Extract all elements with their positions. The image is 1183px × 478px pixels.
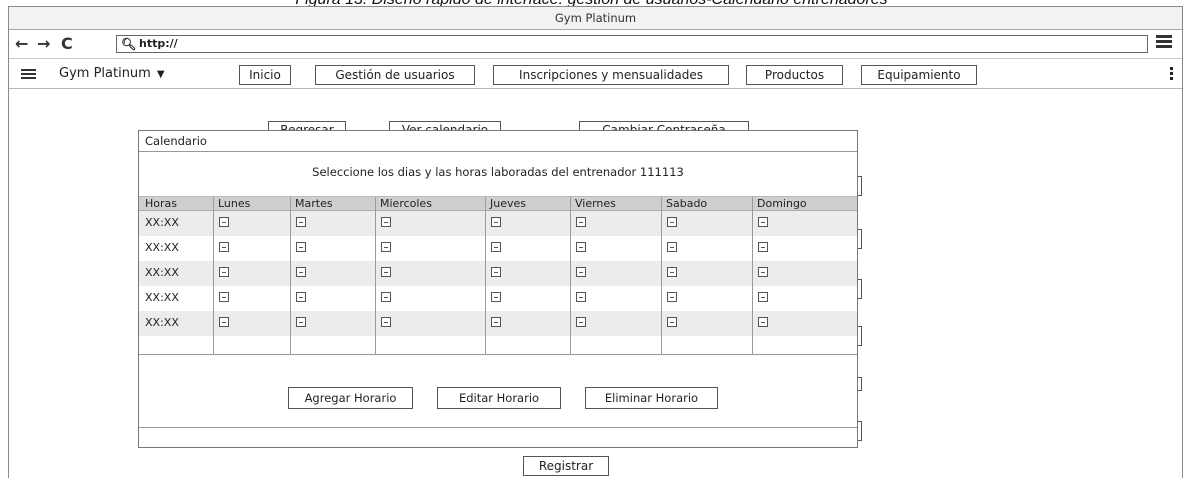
day-checkbox-viernes[interactable] <box>576 217 586 227</box>
day-checkbox-domingo[interactable] <box>758 267 768 277</box>
column-divider <box>661 197 662 355</box>
editar-horario-button[interactable]: Editar Horario <box>437 387 561 409</box>
day-checkbox-viernes[interactable] <box>576 317 586 327</box>
day-checkbox-sabado[interactable] <box>667 267 677 277</box>
day-checkbox-martes[interactable] <box>296 317 306 327</box>
forward-arrow-icon[interactable]: → <box>37 35 50 53</box>
browser-menu-icon[interactable] <box>1156 35 1172 49</box>
day-checkbox-miercoles[interactable] <box>381 292 391 302</box>
column-header-sabado: Sabado <box>666 197 708 210</box>
calendar-dialog: Calendario Seleccione los dias y las hor… <box>138 130 858 448</box>
day-checkbox-sabado[interactable] <box>667 317 677 327</box>
column-header-viernes: Viernes <box>575 197 616 210</box>
day-checkbox-domingo[interactable] <box>758 292 768 302</box>
day-checkbox-miercoles[interactable] <box>381 267 391 277</box>
agregar-horario-button[interactable]: Agregar Horario <box>288 387 413 409</box>
schedule-table: Horas Lunes Martes Miercoles Jueves Vier… <box>139 197 857 355</box>
column-divider <box>290 197 291 355</box>
window-title: Gym Platinum <box>9 7 1182 30</box>
nav-inicio[interactable]: Inicio <box>239 65 291 85</box>
caret-down-icon: ▼ <box>156 69 165 80</box>
brand-dropdown[interactable]: Gym Platinum ▼ <box>59 65 165 84</box>
background-field <box>858 176 862 196</box>
background-field <box>858 326 862 346</box>
registrar-button[interactable]: Registrar <box>523 456 609 476</box>
brand-label: Gym Platinum <box>59 66 151 81</box>
day-checkbox-domingo[interactable] <box>758 242 768 252</box>
column-header-miercoles: Miercoles <box>380 197 432 210</box>
background-field <box>858 377 862 391</box>
hamburger-icon[interactable] <box>21 69 36 81</box>
day-checkbox-sabado[interactable] <box>667 217 677 227</box>
day-checkbox-sabado[interactable] <box>667 242 677 252</box>
day-checkbox-martes[interactable] <box>296 217 306 227</box>
day-checkbox-jueves[interactable] <box>491 267 501 277</box>
hour-cell: XX:XX <box>145 316 179 329</box>
day-checkbox-viernes[interactable] <box>576 267 586 277</box>
day-checkbox-viernes[interactable] <box>576 292 586 302</box>
column-divider <box>213 197 214 355</box>
dialog-message: Seleccione los dias y las horas laborada… <box>139 152 857 197</box>
dialog-title: Calendario <box>139 131 857 152</box>
url-bar: ← → C 🔍︎ http:// <box>9 30 1182 59</box>
hour-cell: XX:XX <box>145 241 179 254</box>
column-divider <box>375 197 376 355</box>
day-checkbox-jueves[interactable] <box>491 292 501 302</box>
page-content: Regresar Ver calendario Cambiar Contrase… <box>9 91 1182 478</box>
search-icon: 🔍︎ <box>121 37 137 51</box>
column-divider <box>485 197 486 355</box>
column-header-jueves: Jueves <box>490 197 526 210</box>
hour-cell: XX:XX <box>145 266 179 279</box>
day-checkbox-lunes[interactable] <box>219 217 229 227</box>
day-checkbox-domingo[interactable] <box>758 217 768 227</box>
address-text: http:// <box>139 37 178 50</box>
day-checkbox-domingo[interactable] <box>758 317 768 327</box>
nav-inscripciones[interactable]: Inscripciones y mensualidades <box>493 65 729 85</box>
nav-gestion-usuarios[interactable]: Gestión de usuarios <box>315 65 475 85</box>
app-navbar: Gym Platinum ▼ Inicio Gestión de usuarios… <box>9 59 1182 89</box>
nav-productos[interactable]: Productos <box>746 65 843 85</box>
day-checkbox-sabado[interactable] <box>667 292 677 302</box>
day-checkbox-viernes[interactable] <box>576 242 586 252</box>
hour-cell: XX:XX <box>145 216 179 229</box>
day-checkbox-miercoles[interactable] <box>381 317 391 327</box>
background-field <box>858 279 862 299</box>
column-divider <box>752 197 753 355</box>
day-checkbox-lunes[interactable] <box>219 317 229 327</box>
address-input[interactable]: 🔍︎ http:// <box>116 35 1148 53</box>
dialog-actions: Agregar Horario Editar Horario Eliminar … <box>139 355 857 428</box>
nav-equipamiento[interactable]: Equipamiento <box>861 65 977 85</box>
day-checkbox-martes[interactable] <box>296 292 306 302</box>
day-checkbox-martes[interactable] <box>296 267 306 277</box>
background-field <box>858 421 862 441</box>
column-header-horas: Horas <box>145 197 177 210</box>
more-options-icon[interactable] <box>1170 67 1174 82</box>
day-checkbox-lunes[interactable] <box>219 292 229 302</box>
reload-icon[interactable]: C <box>61 35 73 53</box>
day-checkbox-miercoles[interactable] <box>381 217 391 227</box>
day-checkbox-lunes[interactable] <box>219 242 229 252</box>
background-field <box>858 229 862 249</box>
day-checkbox-martes[interactable] <box>296 242 306 252</box>
day-checkbox-jueves[interactable] <box>491 217 501 227</box>
day-checkbox-jueves[interactable] <box>491 317 501 327</box>
day-checkbox-jueves[interactable] <box>491 242 501 252</box>
hour-cell: XX:XX <box>145 291 179 304</box>
column-header-domingo: Domingo <box>757 197 807 210</box>
day-checkbox-lunes[interactable] <box>219 267 229 277</box>
column-header-lunes: Lunes <box>218 197 251 210</box>
browser-window: Gym Platinum ← → C 🔍︎ http:// Gym Platin… <box>8 6 1183 478</box>
day-checkbox-miercoles[interactable] <box>381 242 391 252</box>
column-header-martes: Martes <box>295 197 333 210</box>
eliminar-horario-button[interactable]: Eliminar Horario <box>585 387 718 409</box>
column-divider <box>570 197 571 355</box>
back-arrow-icon[interactable]: ← <box>15 35 28 53</box>
